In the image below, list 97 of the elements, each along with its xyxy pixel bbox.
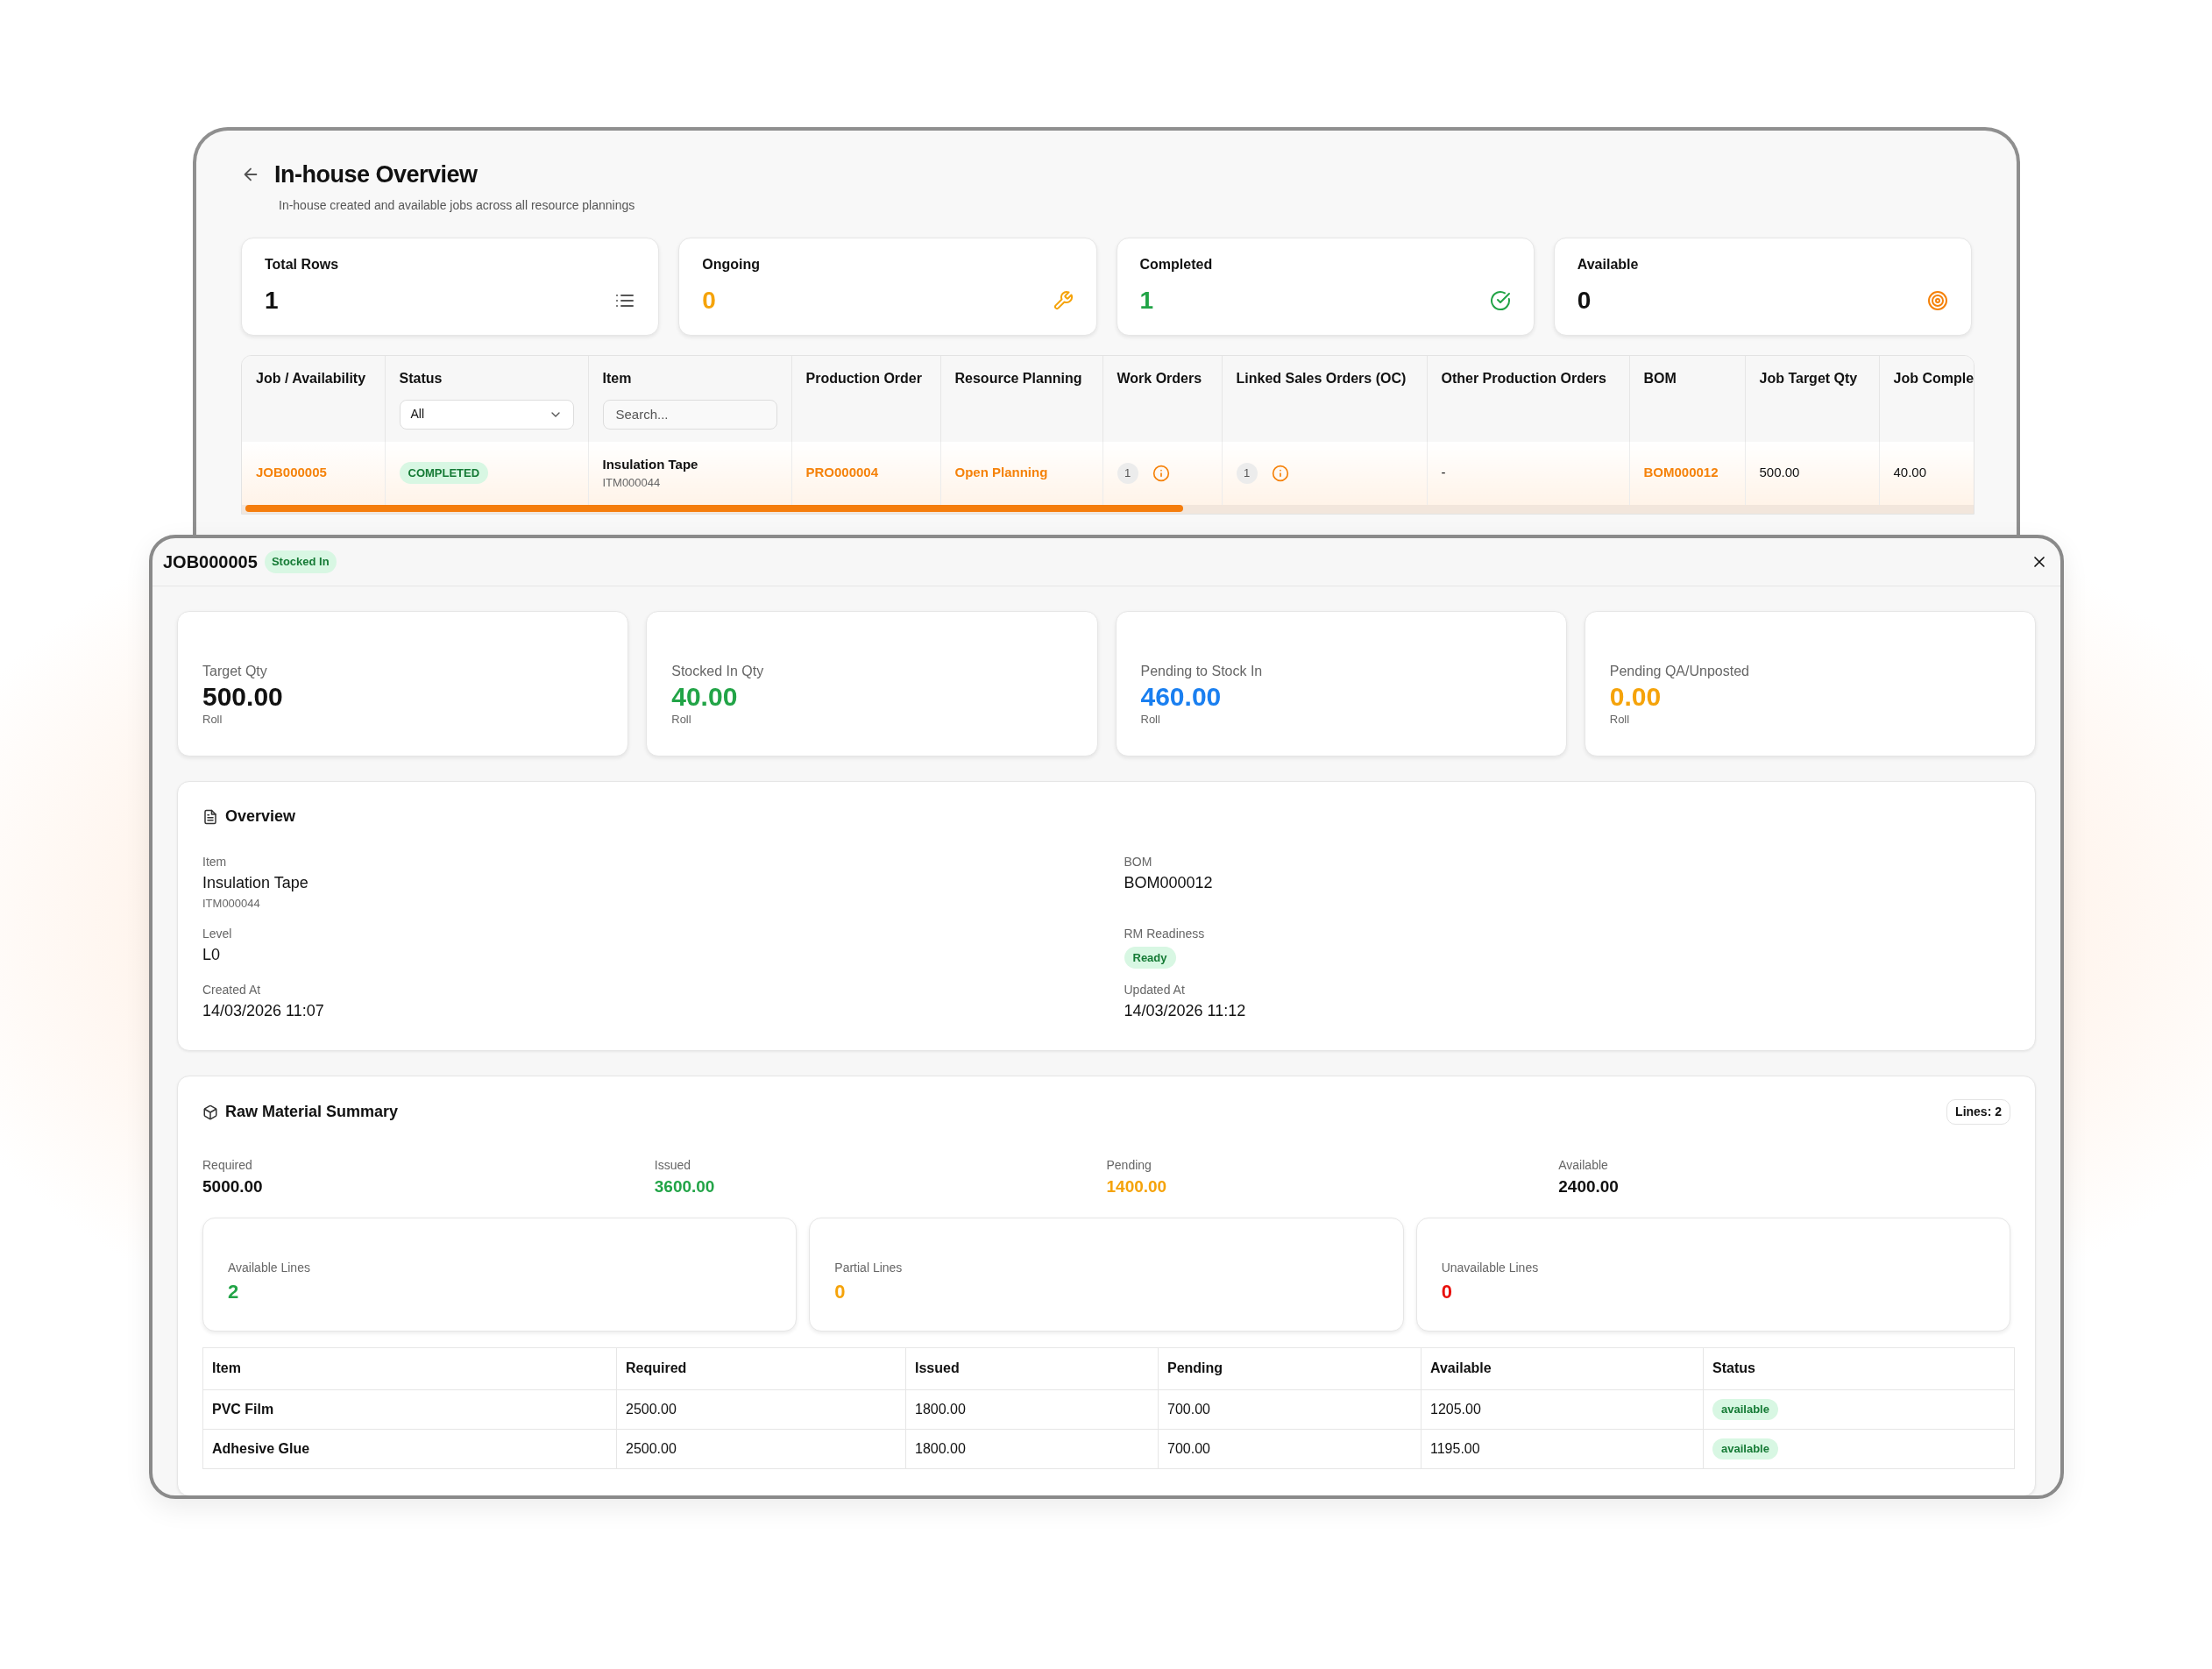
column-header: Required <box>626 1360 687 1375</box>
stat-label: Total Rows <box>265 255 340 273</box>
table-cell: 1205.00 <box>1430 1401 1481 1417</box>
lines-label: Unavailable Lines <box>1441 1259 1540 1276</box>
field-label: Level <box>202 925 233 942</box>
status-badge: available <box>1712 1438 1778 1459</box>
table-cell: 1800.00 <box>915 1440 966 1456</box>
stat-label: Stocked In Qty <box>671 663 765 680</box>
field-label: Created At <box>202 982 262 998</box>
table-cell: 700.00 <box>1167 1440 1210 1456</box>
table-cell: - <box>1441 465 1446 480</box>
table-link[interactable]: JOB000005 <box>256 465 327 480</box>
field-label: RM Readiness <box>1124 925 1206 942</box>
stat-label: Completed <box>1139 255 1214 273</box>
column-header: Job / Availability <box>256 369 367 387</box>
item-name: Insulation Tape <box>602 455 699 473</box>
column-header: Issued <box>915 1360 960 1375</box>
section-title: Raw Material Summary <box>225 1102 399 1122</box>
stat-label: Target Qty <box>202 663 268 680</box>
unit-label: Roll <box>1140 712 1161 728</box>
unit-label: Roll <box>202 712 223 728</box>
page-subtitle: In-house created and available jobs across all resource plannings <box>279 196 636 214</box>
stat-value: 500.00 <box>202 682 284 711</box>
count-badge: 1 <box>1117 462 1138 484</box>
page-title: In-house Overview <box>274 160 478 189</box>
status-badge: Stocked In <box>264 550 337 573</box>
column-header: Work Orders <box>1117 369 1203 387</box>
field-label: Updated At <box>1124 982 1186 998</box>
lines-value: 0 <box>1441 1279 1453 1304</box>
field-label: Item <box>202 854 228 870</box>
table-cell: 40.00 <box>1893 465 1927 480</box>
total-label: Required <box>202 1157 253 1174</box>
table-cell: 1195.00 <box>1430 1440 1480 1456</box>
total-label: Issued <box>654 1157 691 1174</box>
table-link[interactable]: Open Planning <box>954 465 1048 480</box>
search-field[interactable]: Search... <box>602 399 777 430</box>
table-link[interactable]: BOM000012 <box>1643 465 1719 480</box>
field-value: 14/03/2026 11:07 <box>202 1001 325 1021</box>
column-header: Job Target Qty <box>1759 369 1859 387</box>
stat-value: 460.00 <box>1140 682 1223 711</box>
column-header: Available <box>1430 1360 1492 1375</box>
stat-label: Ongoing <box>702 255 761 273</box>
status-badge: COMPLETED <box>399 461 489 485</box>
column-header: Item <box>602 369 633 387</box>
lines-value: 2 <box>228 1279 240 1304</box>
column-header: Linked Sales Orders (OC) <box>1236 369 1407 387</box>
lines-value: 0 <box>834 1279 847 1304</box>
unit-label: Roll <box>1609 712 1631 728</box>
field-label: BOM <box>1124 854 1153 870</box>
unit-label: Roll <box>671 712 692 728</box>
status-filter[interactable]: All <box>399 399 574 430</box>
table-cell: 700.00 <box>1167 1401 1210 1417</box>
lines-label: Partial Lines <box>834 1259 904 1276</box>
total-value: 3600.00 <box>654 1176 716 1197</box>
table-cell: PVC Film <box>212 1401 274 1417</box>
column-header: Pending <box>1167 1360 1223 1375</box>
field-value: 14/03/2026 11:12 <box>1124 1001 1247 1021</box>
column-header: Other Production Orders <box>1441 369 1607 387</box>
total-label: Available <box>1558 1157 1609 1174</box>
stat-value: 0 <box>702 285 716 316</box>
item-code: ITM000044 <box>602 475 662 491</box>
table-link[interactable]: PRO000004 <box>805 465 879 480</box>
dialog-title: JOB000005 <box>163 551 258 573</box>
lines-label: Available Lines <box>228 1259 311 1276</box>
table-cell: 2500.00 <box>626 1401 677 1417</box>
status-badge: available <box>1712 1399 1778 1420</box>
total-value: 2400.00 <box>1558 1176 1620 1197</box>
section-title: Overview <box>225 806 296 827</box>
stat-label: Available <box>1577 255 1640 273</box>
column-header: Status <box>399 369 443 387</box>
column-header: Item <box>212 1360 241 1375</box>
stat-value: 40.00 <box>671 682 739 711</box>
stat-label: Pending QA/Unposted <box>1609 663 1750 680</box>
column-header: Production Order <box>805 369 923 387</box>
table-cell: 1800.00 <box>915 1401 966 1417</box>
total-label: Pending <box>1106 1157 1152 1174</box>
table-cell: 2500.00 <box>626 1440 677 1456</box>
field-subtext: ITM000044 <box>202 896 261 912</box>
field-value: BOM000012 <box>1124 873 1214 893</box>
column-header: Status <box>1712 1360 1755 1375</box>
total-value: 5000.00 <box>202 1176 264 1197</box>
stat-value: 1 <box>265 285 279 316</box>
column-header: BOM <box>1643 369 1677 387</box>
count-badge: 1 <box>1236 462 1258 484</box>
table-cell: Adhesive Glue <box>212 1440 310 1456</box>
stat-label: Pending to Stock In <box>1140 663 1264 680</box>
column-header: Resource Planning <box>954 369 1083 387</box>
table-cell: 500.00 <box>1759 465 1800 480</box>
stat-value: 0.00 <box>1609 682 1663 711</box>
field-value: L0 <box>202 944 222 965</box>
column-header: Job Comple <box>1893 369 1974 387</box>
total-value: 1400.00 <box>1106 1176 1168 1197</box>
field-value: Insulation Tape <box>202 873 309 893</box>
lines-count-badge: Lines: 2 <box>1946 1099 2010 1125</box>
readiness-badge: Ready <box>1124 946 1176 969</box>
stat-value: 0 <box>1577 285 1592 316</box>
stat-value: 1 <box>1139 285 1154 316</box>
